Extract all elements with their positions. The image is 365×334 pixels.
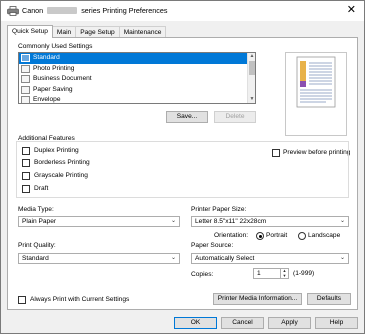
title-bar: Canon series Printing Preferences ✕ <box>1 1 364 21</box>
cancel-button[interactable]: Cancel <box>221 317 264 329</box>
duplex-printing-label: Duplex Printing <box>34 147 79 154</box>
stepper-buttons[interactable]: ▲ ▼ <box>280 268 288 279</box>
printer-media-information-button[interactable]: Printer Media Information... <box>213 293 302 305</box>
list-item-label: Standard <box>33 54 60 61</box>
list-item-standard[interactable]: Standard <box>19 53 247 64</box>
tab-quick-setup[interactable]: Quick Setup <box>7 25 53 38</box>
always-print-label: Always Print with Current Settings <box>30 296 130 303</box>
commonly-used-heading: Commonly Used Settings <box>18 43 93 50</box>
scroll-thumb[interactable] <box>249 61 255 75</box>
paper-source-select[interactable]: Automatically Select ⌄ <box>191 253 349 264</box>
orientation-label: Orientation: <box>214 232 249 239</box>
chevron-down-icon: ⌄ <box>170 218 176 224</box>
media-type-label: Media Type: <box>18 206 54 213</box>
paper-saving-icon <box>21 85 30 94</box>
delete-button[interactable]: Delete <box>214 111 256 123</box>
list-item-label: Envelope <box>33 96 61 103</box>
paper-size-select[interactable]: Letter 8.5"x11" 22x28cm ⌄ <box>191 216 349 227</box>
list-scrollbar[interactable]: ▲ ▼ <box>247 53 255 103</box>
list-item-label: Photo Printing <box>33 64 75 72</box>
title-prefix: Canon <box>22 6 44 15</box>
defaults-button[interactable]: Defaults <box>307 293 351 305</box>
grayscale-printing-checkbox[interactable] <box>22 172 30 180</box>
landscape-radio[interactable] <box>298 232 306 240</box>
draft-checkbox[interactable] <box>22 185 30 193</box>
print-quality-value: Standard <box>22 255 49 262</box>
paper-size-value: Letter 8.5"x11" 22x28cm <box>195 218 267 225</box>
print-quality-label: Print Quality: <box>18 242 56 249</box>
portrait-radio[interactable] <box>256 232 264 240</box>
always-print-checkbox[interactable] <box>18 296 26 304</box>
printing-preferences-window: Canon series Printing Preferences ✕ Quic… <box>0 0 365 334</box>
stepper-down-icon[interactable]: ▼ <box>281 273 288 279</box>
window-title: Canon series Printing Preferences <box>22 6 167 15</box>
media-type-value: Plain Paper <box>22 218 57 225</box>
copies-label: Copies: <box>191 271 214 278</box>
save-button[interactable]: Save... <box>166 111 208 123</box>
document-icon <box>21 75 30 83</box>
paper-source-value: Automatically Select <box>195 255 255 262</box>
chevron-down-icon: ⌄ <box>170 255 176 261</box>
list-item-label: Paper Saving <box>33 85 73 93</box>
apply-button[interactable]: Apply <box>268 317 311 329</box>
portrait-label: Portrait <box>266 232 288 239</box>
chevron-down-icon: ⌄ <box>339 218 345 224</box>
chevron-down-icon: ⌄ <box>339 255 345 261</box>
printer-icon <box>7 6 19 16</box>
list-item-envelope[interactable]: Envelope <box>19 95 255 103</box>
envelope-icon <box>21 96 30 103</box>
close-icon[interactable]: ✕ <box>347 4 356 16</box>
list-item-business-document[interactable]: Business Document <box>19 74 255 85</box>
ok-button[interactable]: OK <box>174 317 217 329</box>
copies-range: (1-999) <box>293 270 315 277</box>
paper-source-label: Paper Source: <box>191 242 234 249</box>
grayscale-printing-label: Grayscale Printing <box>34 172 88 179</box>
paper-size-label: Printer Paper Size: <box>191 206 247 213</box>
media-type-select[interactable]: Plain Paper ⌄ <box>18 216 180 227</box>
commonly-used-list[interactable]: Standard Photo Printing Business Documen… <box>18 52 256 104</box>
photo-icon <box>21 64 30 73</box>
scroll-down-icon[interactable]: ▼ <box>248 96 255 103</box>
list-item-paper-saving[interactable]: Paper Saving <box>19 85 255 96</box>
title-suffix: series Printing Preferences <box>81 6 168 15</box>
duplex-printing-checkbox[interactable] <box>22 147 30 155</box>
help-button[interactable]: Help <box>315 317 358 329</box>
redacted-model-name <box>47 7 78 14</box>
borderless-printing-checkbox[interactable] <box>22 159 30 167</box>
settings-preset-icon <box>21 54 30 62</box>
list-item-label: Business Document <box>33 75 92 82</box>
preview-page-icon <box>296 56 336 108</box>
print-preview-image <box>285 52 347 136</box>
borderless-printing-label: Borderless Printing <box>34 159 90 166</box>
landscape-label: Landscape <box>308 232 341 239</box>
draft-label: Draft <box>34 185 49 192</box>
list-item-photo-printing[interactable]: Photo Printing <box>19 64 255 75</box>
copies-stepper[interactable]: 1 ▲ ▼ <box>253 268 289 279</box>
scroll-up-icon[interactable]: ▲ <box>248 53 255 60</box>
copies-value[interactable]: 1 <box>257 270 261 277</box>
print-quality-select[interactable]: Standard ⌄ <box>18 253 180 264</box>
